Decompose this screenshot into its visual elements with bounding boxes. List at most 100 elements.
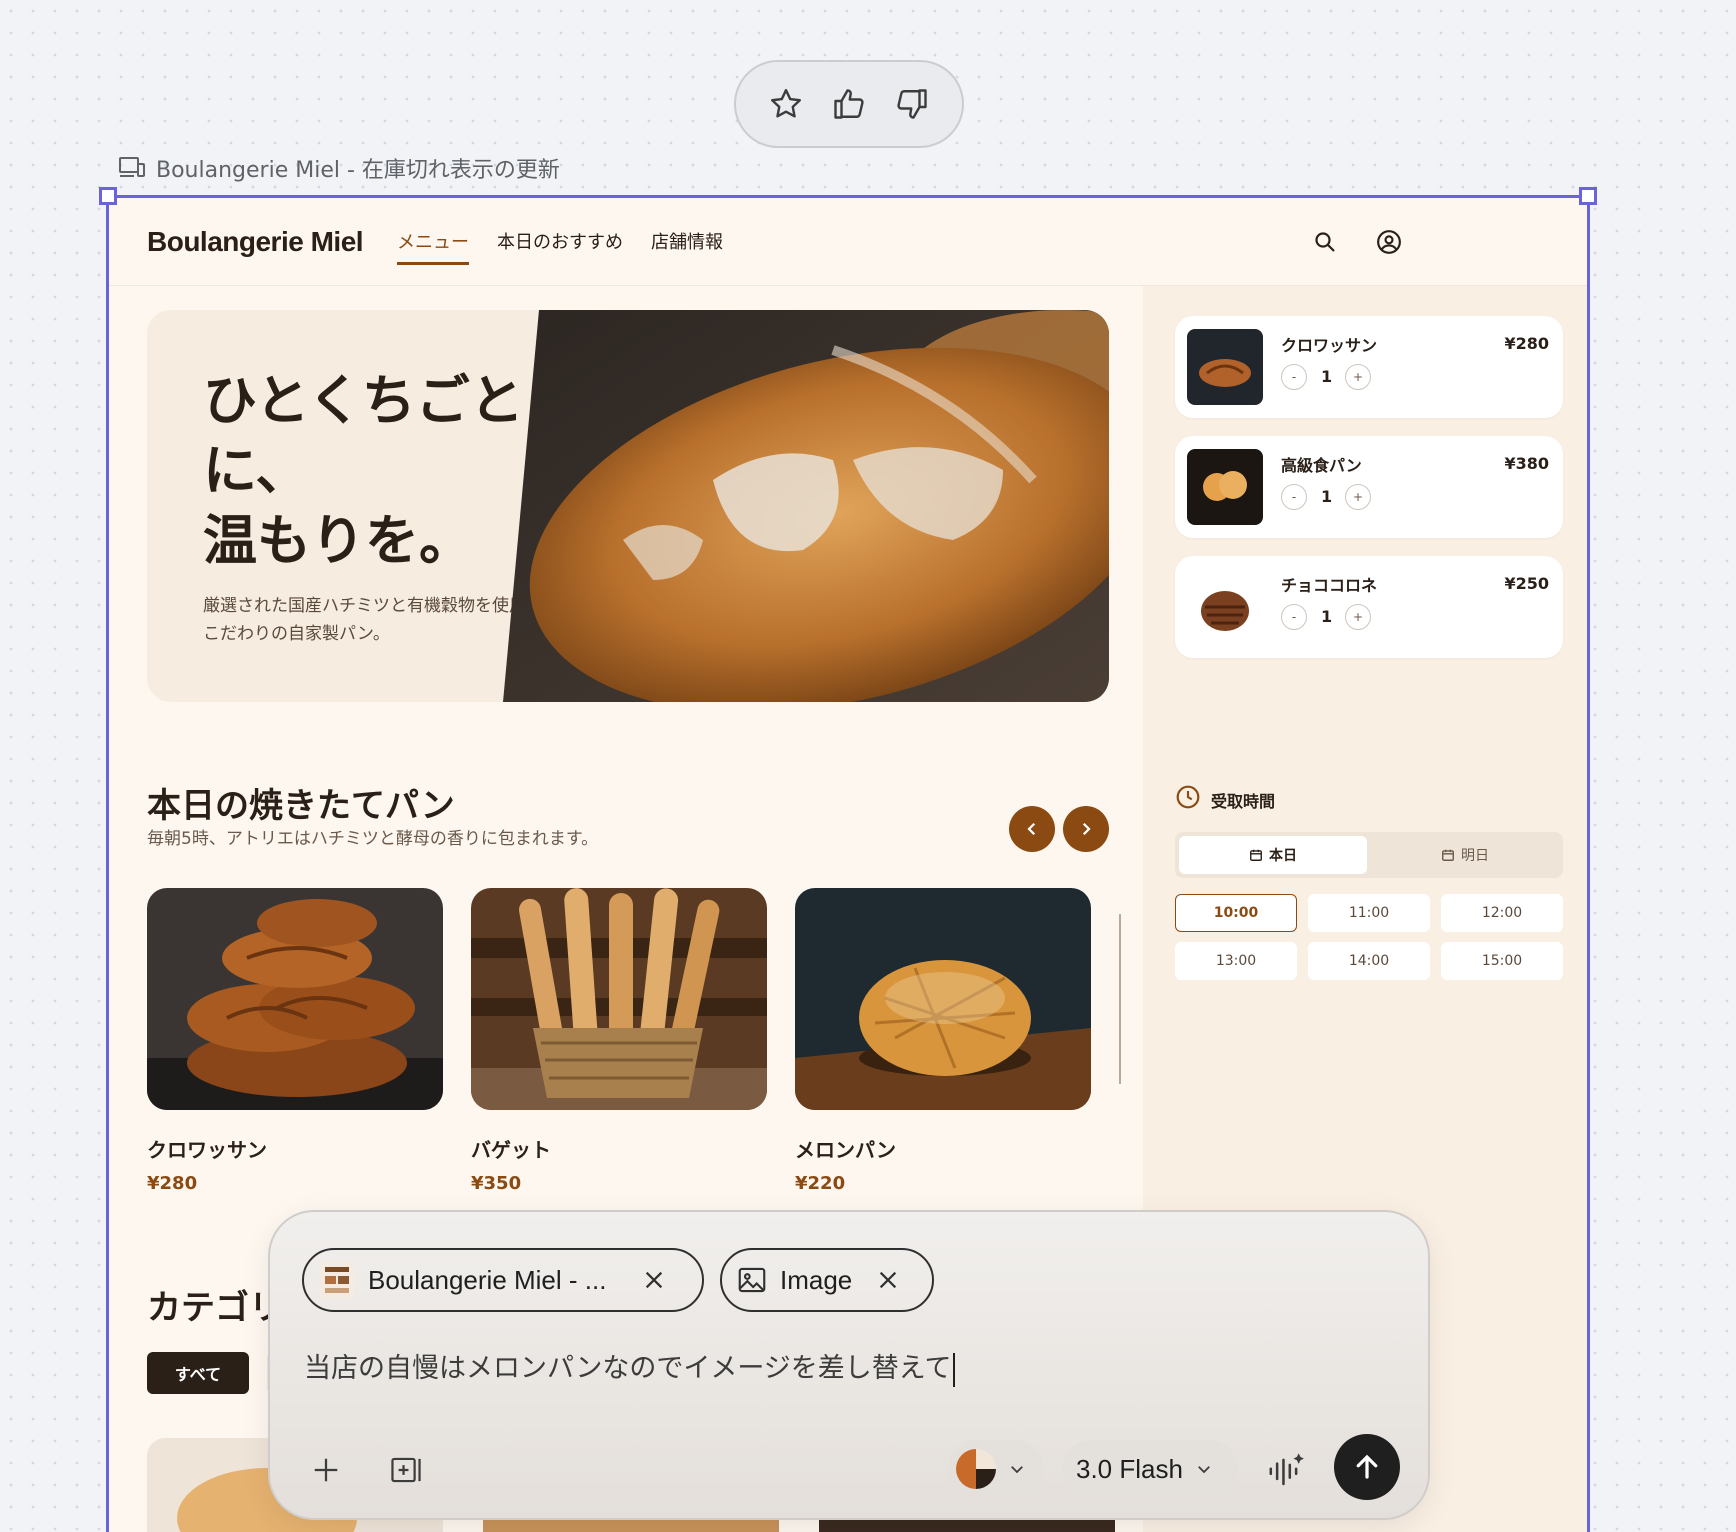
pickup-today-option[interactable]: 本日 [1179, 836, 1367, 874]
thumbs-up-icon [834, 89, 864, 119]
product-name: クロワッサン [147, 1138, 267, 1162]
qty-value: 1 [1321, 487, 1333, 506]
cart-item-price: ¥380 [1504, 454, 1549, 473]
product-name: バゲット [471, 1138, 551, 1162]
thumbs-down-button[interactable] [886, 78, 938, 130]
nav-store-info[interactable]: 店舗情報 [651, 228, 723, 265]
product-card[interactable]: バゲット ¥350 [471, 888, 767, 1194]
attachment-chip-label: Image [780, 1264, 853, 1295]
resize-handle-top-right[interactable] [1579, 187, 1597, 205]
attachment-chip-label: Boulangerie Miel - ... [368, 1264, 607, 1295]
thumbs-up-button[interactable] [823, 78, 875, 130]
qty-decrease-button[interactable]: - [1281, 604, 1307, 630]
nav-recommend[interactable]: 本日のおすすめ [497, 228, 623, 265]
frame-label[interactable]: Boulangerie Miel - 在庫切れ表示の更新 [118, 150, 560, 186]
frame-title: Boulangerie Miel - 在庫切れ表示の更新 [156, 158, 560, 183]
search-button[interactable] [1307, 224, 1343, 260]
thumbs-down-icon [897, 89, 928, 119]
arrow-up-icon [1356, 1454, 1378, 1479]
cart-item: チョココロネ ¥250 - 1 + [1175, 556, 1563, 658]
croissant-image [147, 888, 443, 1110]
product-name: メロンパン [795, 1138, 896, 1162]
search-icon [1315, 232, 1335, 252]
voice-sparkle-icon [1269, 1453, 1304, 1486]
carousel-scroll-indicator [1119, 914, 1121, 1084]
carousel-prev-button[interactable] [1009, 806, 1055, 852]
product-price: ¥280 [147, 1173, 198, 1194]
resize-handle-top-left[interactable] [99, 187, 117, 205]
qty-value: 1 [1321, 607, 1333, 626]
product-price: ¥350 [471, 1173, 522, 1194]
cart-item-name: 高級食パン [1281, 456, 1362, 475]
model-selector[interactable]: 3.0 Flash [1062, 1440, 1238, 1498]
devices-icon [119, 157, 145, 177]
category-chip-all[interactable]: すべて [147, 1352, 249, 1394]
qty-decrease-button[interactable]: - [1281, 484, 1307, 510]
qty-increase-button[interactable]: + [1345, 484, 1371, 510]
categories-title: カテゴリ [147, 1288, 283, 1328]
chevron-left-icon [1027, 822, 1036, 836]
time-slot[interactable]: 11:00 [1308, 894, 1430, 932]
plus-icon [314, 1458, 338, 1482]
pickup-time-label: 受取時間 [1211, 792, 1276, 811]
attachment-chip-page[interactable]: Boulangerie Miel - ... [302, 1248, 704, 1312]
carousel-next-button[interactable] [1063, 806, 1109, 852]
brand-logo[interactable]: Boulangerie Miel [147, 226, 364, 258]
prompt-input[interactable]: 当店の自慢はメロンパンなのでイメージを差し替えて [304, 1346, 956, 1387]
add-box-icon [391, 1457, 421, 1483]
cart-item-price: ¥280 [1504, 334, 1549, 353]
clock-icon [1176, 785, 1200, 809]
product-card[interactable]: メロンパン ¥220 [795, 888, 1091, 1194]
hero-banner: ひとくちごと に、 温もりを。 厳選された国産ハチミツと有機穀物を使用した、こだ… [147, 310, 1109, 702]
time-slot[interactable]: 15:00 [1441, 942, 1563, 980]
chevron-down-icon [1198, 1466, 1210, 1474]
chat-composer: Boulangerie Miel - ... Image 当店の自慢はメロンパン… [268, 1210, 1430, 1520]
pickup-tomorrow-option[interactable]: 明日 [1371, 836, 1559, 874]
pickup-day-toggle: 本日 明日 [1175, 832, 1563, 878]
insert-frame-button[interactable] [380, 1444, 432, 1496]
chevron-right-icon [1082, 822, 1091, 836]
cart-item-name: チョココロネ [1281, 576, 1378, 595]
hero-bread-image [503, 310, 1109, 702]
send-button[interactable] [1334, 1434, 1400, 1500]
qty-increase-button[interactable]: + [1345, 604, 1371, 630]
star-icon [770, 89, 801, 118]
qty-increase-button[interactable]: + [1345, 364, 1371, 390]
top-nav: Boulangerie Miel メニュー 本日のおすすめ 店舗情報 [109, 198, 1587, 286]
product-card[interactable]: クロワッサン ¥280 [147, 888, 443, 1194]
remove-attachment-button[interactable] [874, 1266, 902, 1294]
chevron-down-icon [1011, 1466, 1023, 1474]
calendar-icon [1250, 849, 1262, 861]
close-icon [646, 1271, 663, 1289]
cart-item: クロワッサン ¥280 - 1 + [1175, 316, 1563, 418]
time-slot[interactable]: 10:00 [1175, 894, 1297, 932]
time-slot[interactable]: 13:00 [1175, 942, 1297, 980]
nav-menu[interactable]: メニュー [397, 228, 469, 265]
user-avatar-selector[interactable] [948, 1440, 1044, 1498]
shokupan-thumbnail [1187, 449, 1263, 525]
time-slot[interactable]: 12:00 [1441, 894, 1563, 932]
voice-input-button[interactable] [1260, 1444, 1312, 1496]
model-label: 3.0 Flash [1076, 1453, 1183, 1484]
cart-item-price: ¥250 [1504, 574, 1549, 593]
baguette-image [471, 888, 767, 1110]
time-slot[interactable]: 14:00 [1308, 942, 1430, 980]
product-price: ¥220 [795, 1173, 846, 1194]
account-button[interactable] [1371, 224, 1407, 260]
star-button[interactable] [760, 78, 812, 130]
page-thumbnail-icon [320, 1261, 354, 1299]
section-title: 本日の焼きたてパン [147, 786, 455, 826]
qty-decrease-button[interactable]: - [1281, 364, 1307, 390]
calendar-icon [1442, 849, 1454, 861]
close-icon [880, 1271, 897, 1289]
choco-cornet-thumbnail [1187, 569, 1263, 645]
attachment-chip-image[interactable]: Image [720, 1248, 934, 1312]
section-subtitle: 毎朝5時、アトリエはハチミツと酵母の香りに包まれます。 [147, 829, 599, 849]
cart-item-name: クロワッサン [1281, 336, 1378, 355]
feedback-toolbar [734, 60, 964, 148]
add-button[interactable] [300, 1444, 352, 1496]
text-caret [953, 1352, 956, 1387]
remove-attachment-button[interactable] [640, 1266, 668, 1294]
croissant-thumbnail [1187, 329, 1263, 405]
account-icon [1377, 230, 1401, 254]
